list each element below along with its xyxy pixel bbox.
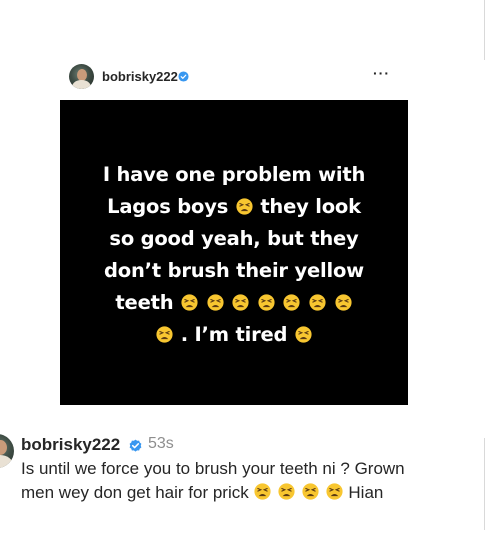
verified-badge-icon <box>178 71 189 82</box>
post-image-text: I have one problem with Lagos boys they … <box>60 159 408 351</box>
caption-username[interactable]: bobrisky222 <box>21 435 120 455</box>
post-text-line: teeth <box>60 287 408 319</box>
embedded-post[interactable]: bobrisky222 ··· I have one problem with … <box>60 58 408 413</box>
tired-face-emoji-icon <box>309 294 326 311</box>
tired-face-emoji-icon <box>302 483 319 500</box>
post-text-segment: . I’m tired <box>180 323 288 346</box>
embedded-post-header: bobrisky222 ··· <box>60 58 408 98</box>
post-text-line: Lagos boys they look <box>60 191 408 223</box>
caption-line: men wey don get hair for prick Hian <box>21 481 483 505</box>
tired-face-emoji-icon <box>334 294 352 311</box>
tired-face-emoji-icon <box>181 294 198 311</box>
post-text-segment: they look <box>260 195 361 218</box>
post-text-line: I have one problem with <box>102 163 366 186</box>
post-text-segment: Lagos boys <box>107 195 229 218</box>
caption-segment: men wey don get hair for prick <box>21 483 249 502</box>
caption-line: Is until we force you to brush your teet… <box>21 459 405 478</box>
tired-face-emoji-icon <box>254 483 272 500</box>
tired-face-emoji-icon <box>258 294 275 311</box>
post-text-line: don’t brush their yellow <box>104 259 364 282</box>
tired-face-emoji-icon <box>207 294 224 311</box>
post-caption: bobrisky222 53s Is until we force you to… <box>0 430 488 533</box>
post-text-line: . I’m tired <box>60 319 408 351</box>
tired-face-emoji-icon <box>283 294 300 311</box>
tired-face-emoji-icon <box>156 326 173 343</box>
avatar[interactable] <box>0 434 14 468</box>
verified-badge-icon <box>129 439 142 452</box>
avatar[interactable] <box>69 64 94 89</box>
tired-face-emoji-icon <box>326 483 343 500</box>
caption-text: Is until we force you to brush your teet… <box>21 457 483 505</box>
tired-face-emoji-icon <box>295 326 312 343</box>
caption-segment: Hian <box>348 483 384 502</box>
post-username[interactable]: bobrisky222 <box>102 69 178 84</box>
post-text-segment: teeth <box>115 291 174 314</box>
tired-face-emoji-icon <box>236 198 253 215</box>
more-options-icon[interactable]: ··· <box>373 65 390 81</box>
right-edge-divider <box>484 0 485 60</box>
tired-face-emoji-icon <box>232 294 249 311</box>
timestamp: 53s <box>148 435 174 452</box>
tired-face-emoji-icon <box>278 483 295 500</box>
post-text-line: so good yeah, but they <box>109 227 359 250</box>
